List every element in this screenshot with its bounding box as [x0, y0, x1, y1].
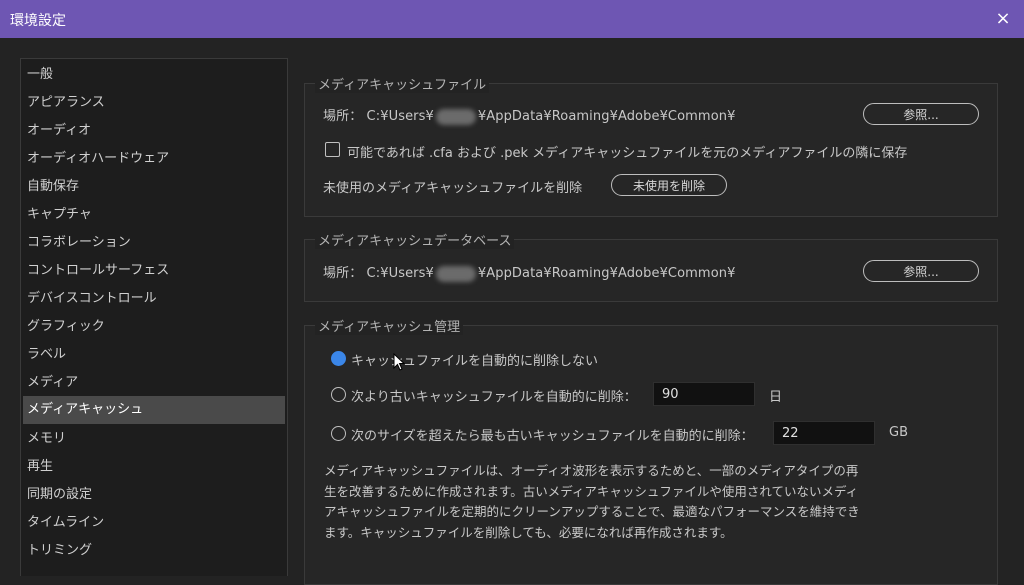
browse-button[interactable]: 参照...	[863, 260, 979, 282]
path-suffix: ¥AppData¥Roaming¥Adobe¥Common¥	[477, 109, 736, 124]
delete-unused-button[interactable]: 未使用を削除	[611, 174, 727, 196]
group-title: メディアキャッシュファイル	[315, 74, 490, 93]
window-title: 環境設定	[10, 13, 66, 29]
redacted-username	[435, 265, 476, 282]
media-cache-database-group: メディアキャッシュデータベース 場所： C:¥Users¥ ¥AppData¥Ro…	[304, 230, 998, 302]
mouse-pointer-icon	[393, 353, 405, 371]
browse-button[interactable]: 参照...	[863, 103, 979, 125]
radio-no-auto-delete-label: キャッシュファイルを自動的に削除しない	[351, 354, 599, 369]
sidebar-item-general[interactable]: 一般	[23, 61, 285, 89]
size-input[interactable]	[773, 421, 875, 445]
sidebar-item-auto-save[interactable]: 自動保存	[23, 173, 285, 201]
save-next-to-media-checkbox[interactable]	[325, 142, 340, 157]
radio-no-auto-delete[interactable]	[331, 351, 346, 366]
location-label: 場所：	[323, 266, 363, 281]
days-unit: 日	[769, 390, 783, 405]
path-prefix: C:¥Users¥	[366, 109, 434, 124]
sidebar-item-audio-hardware[interactable]: オーディオハードウェア	[23, 145, 285, 173]
sidebar-item-media-cache[interactable]: メディアキャッシュ	[23, 396, 285, 424]
redacted-username	[435, 108, 476, 125]
path-suffix: ¥AppData¥Roaming¥Adobe¥Common¥	[477, 266, 736, 281]
days-input[interactable]	[653, 382, 755, 406]
sidebar-item-control-surface[interactable]: コントロールサーフェス	[23, 257, 285, 285]
sidebar-item-capture[interactable]: キャプチャ	[23, 201, 285, 229]
delete-unused-label: 未使用のメディアキャッシュファイルを削除	[323, 181, 583, 196]
cache-db-location: 場所： C:¥Users¥ ¥AppData¥Roaming¥Adobe¥Comm…	[323, 262, 735, 282]
cache-files-location: 場所： C:¥Users¥ ¥AppData¥Roaming¥Adobe¥Comm…	[323, 105, 735, 125]
sidebar-item-graphics[interactable]: グラフィック	[23, 313, 285, 341]
group-title: メディアキャッシュ管理	[315, 316, 464, 335]
save-next-to-media-label: 可能であれば .cfa および .pek メディアキャッシュファイルを元のメディ…	[347, 146, 908, 161]
sidebar-item-device-control[interactable]: デバイスコントロール	[23, 285, 285, 313]
close-icon[interactable]: ×	[992, 8, 1014, 30]
sidebar-item-sync-settings[interactable]: 同期の設定	[23, 481, 285, 509]
preferences-sidebar: 一般 アピアランス オーディオ オーディオハードウェア 自動保存 キャプチャ コ…	[20, 58, 288, 576]
sidebar-item-labels[interactable]: ラベル	[23, 341, 285, 369]
sidebar-item-media[interactable]: メディア	[23, 369, 285, 397]
radio-delete-oldest-over-size-label: 次のサイズを超えたら最も古いキャッシュファイルを自動的に削除：	[351, 429, 754, 444]
group-title: メディアキャッシュデータベース	[315, 230, 515, 249]
sidebar-item-collaboration[interactable]: コラボレーション	[23, 229, 285, 257]
radio-delete-oldest-over-size[interactable]	[331, 426, 346, 441]
media-cache-management-group: メディアキャッシュ管理 キャッシュファイルを自動的に削除しない 次より古いキャッ…	[304, 316, 998, 585]
sidebar-item-appearance[interactable]: アピアランス	[23, 89, 285, 117]
path-prefix: C:¥Users¥	[366, 266, 434, 281]
media-cache-files-group: メディアキャッシュファイル 場所： C:¥Users¥ ¥AppData¥Roam…	[304, 74, 998, 217]
sidebar-item-audio[interactable]: オーディオ	[23, 117, 285, 145]
location-label: 場所：	[323, 109, 363, 124]
sidebar-item-trimming[interactable]: トリミング	[23, 537, 285, 565]
sidebar-item-timeline[interactable]: タイムライン	[23, 509, 285, 537]
title-bar: 環境設定 ×	[0, 0, 1024, 38]
sidebar-item-playback[interactable]: 再生	[23, 453, 285, 481]
radio-delete-older-than-label: 次より古いキャッシュファイルを自動的に削除：	[351, 390, 637, 405]
size-unit: GB	[889, 425, 908, 440]
radio-delete-older-than[interactable]	[331, 387, 346, 402]
sidebar-item-memory[interactable]: メモリ	[23, 425, 285, 453]
cache-description: メディアキャッシュファイルは、オーディオ波形を表示するためと、一部のメディアタイ…	[324, 463, 860, 540]
